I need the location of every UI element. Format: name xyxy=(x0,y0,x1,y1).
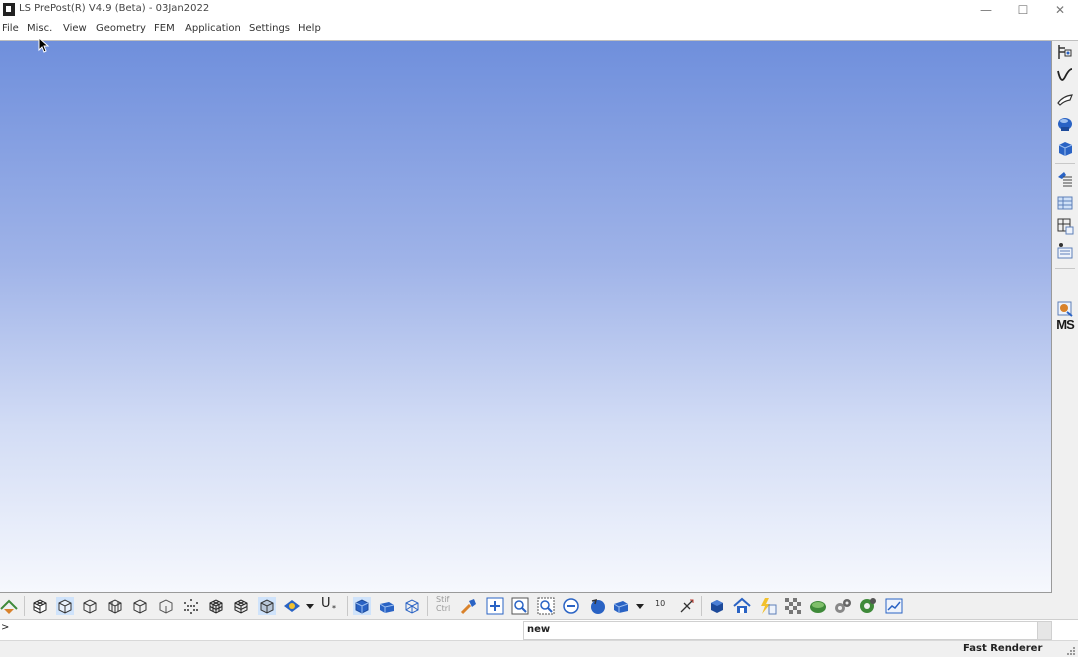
ms-text-icon[interactable]: MS xyxy=(1054,317,1076,332)
model-tree-icon[interactable] xyxy=(1056,193,1074,211)
cube-blue-icon[interactable] xyxy=(708,597,726,615)
menu-help[interactable]: Help xyxy=(298,23,321,34)
gears-icon[interactable] xyxy=(834,597,852,615)
app-icon xyxy=(3,3,15,16)
menu-fem[interactable]: FEM xyxy=(154,23,175,34)
graphics-viewport[interactable] xyxy=(0,41,1052,593)
message-box: new xyxy=(523,621,1038,640)
zoom-window-icon[interactable] xyxy=(511,597,529,615)
menu-geometry[interactable]: Geometry xyxy=(96,23,146,34)
command-input[interactable] xyxy=(10,621,519,639)
stiff-label: Stif xyxy=(436,595,450,604)
command-prompt: > xyxy=(1,622,10,633)
minimize-button[interactable]: — xyxy=(968,0,1004,20)
bottom-toolbar: U * Stif Ctrl 10 xyxy=(0,593,1052,619)
render-solid-icon[interactable] xyxy=(56,597,74,615)
render-outline-icon[interactable] xyxy=(131,597,149,615)
menu-file[interactable]: File xyxy=(2,23,19,34)
settings-gear-icon[interactable] xyxy=(859,597,877,615)
menu-application[interactable]: Application xyxy=(185,23,241,34)
view-cube-icon[interactable] xyxy=(403,597,421,615)
mesh-edit-icon[interactable] xyxy=(1056,217,1074,235)
render-wireframe-icon[interactable] xyxy=(81,597,99,615)
zoom-in-icon[interactable] xyxy=(486,597,504,615)
graph-icon[interactable] xyxy=(885,597,903,615)
view-front-icon[interactable] xyxy=(378,597,396,615)
checker-icon[interactable] xyxy=(784,597,802,615)
command-row: > new xyxy=(0,619,1078,640)
create-entity-icon[interactable] xyxy=(1056,43,1074,61)
zoom-out-icon[interactable] xyxy=(562,597,580,615)
title-bar: LS PrePost(R) V4.9 (Beta) - 03Jan2022 — … xyxy=(0,0,1078,20)
toolbar-separator xyxy=(1055,163,1075,164)
menu-misc[interactable]: Misc. xyxy=(27,23,52,34)
close-button[interactable]: ✕ xyxy=(1042,0,1078,20)
toolbar-separator xyxy=(347,596,348,616)
dropdown-arrow-icon[interactable] xyxy=(304,597,316,615)
solid-icon[interactable] xyxy=(1056,115,1074,133)
view-iso-icon[interactable] xyxy=(353,597,371,615)
toolbar-separator xyxy=(24,596,25,616)
render-color-icon[interactable] xyxy=(283,597,301,615)
house-icon[interactable] xyxy=(733,597,751,615)
resize-grip-icon[interactable] xyxy=(1066,646,1076,656)
toolbar-separator xyxy=(1055,268,1075,269)
pick-tool-icon[interactable] xyxy=(460,597,478,615)
render-transparent-icon[interactable] xyxy=(232,597,250,615)
window-title: LS PrePost(R) V4.9 (Beta) - 03Jan2022 xyxy=(19,3,210,14)
star-icon: * xyxy=(332,604,336,613)
render-mesh-icon[interactable] xyxy=(207,597,225,615)
maximize-button[interactable]: ☐ xyxy=(1005,0,1041,20)
message-scrollbar[interactable] xyxy=(1037,621,1052,640)
view-orient-icon[interactable] xyxy=(612,597,630,615)
ctrl-label: Ctrl xyxy=(436,604,451,613)
status-bar: Fast Renderer xyxy=(0,640,1078,657)
dropdown-arrow-icon[interactable] xyxy=(634,597,646,615)
stiff-ctrl-label[interactable]: Stif Ctrl xyxy=(436,595,450,613)
lightning-icon[interactable] xyxy=(759,597,777,615)
disk-icon[interactable] xyxy=(809,597,827,615)
right-toolbar: MS xyxy=(1052,41,1078,591)
message-text: new xyxy=(527,624,551,635)
render-shrink-icon[interactable] xyxy=(258,597,276,615)
post-results-icon[interactable] xyxy=(1056,299,1074,317)
rotate-icon[interactable] xyxy=(588,597,606,615)
home-model-icon[interactable] xyxy=(0,597,18,615)
menu-settings[interactable]: Settings xyxy=(249,23,290,34)
element-tools-icon[interactable] xyxy=(1056,169,1074,187)
block-mesher-icon[interactable] xyxy=(1056,139,1074,157)
menu-bar: File Misc. View Geometry FEM Application… xyxy=(0,20,1078,40)
render-shaded-icon[interactable] xyxy=(31,597,49,615)
speed-label: 10 xyxy=(655,599,666,608)
axis-icon[interactable] xyxy=(678,597,696,615)
renderer-status: Fast Renderer xyxy=(963,643,1043,654)
toolbar-separator xyxy=(427,596,428,616)
mouse-cursor-icon xyxy=(38,37,50,53)
toolbar-separator xyxy=(701,596,702,616)
zoom-area-icon[interactable] xyxy=(537,597,555,615)
curve-icon[interactable] xyxy=(1056,67,1074,85)
render-hidden-icon[interactable] xyxy=(106,597,124,615)
render-feature-icon[interactable] xyxy=(157,597,175,615)
menu-view[interactable]: View xyxy=(63,23,87,34)
render-nodes-icon[interactable] xyxy=(182,597,200,615)
u-star-icon[interactable]: U xyxy=(321,597,331,615)
surface-icon[interactable] xyxy=(1056,91,1074,109)
keyword-manager-icon[interactable] xyxy=(1056,241,1074,259)
